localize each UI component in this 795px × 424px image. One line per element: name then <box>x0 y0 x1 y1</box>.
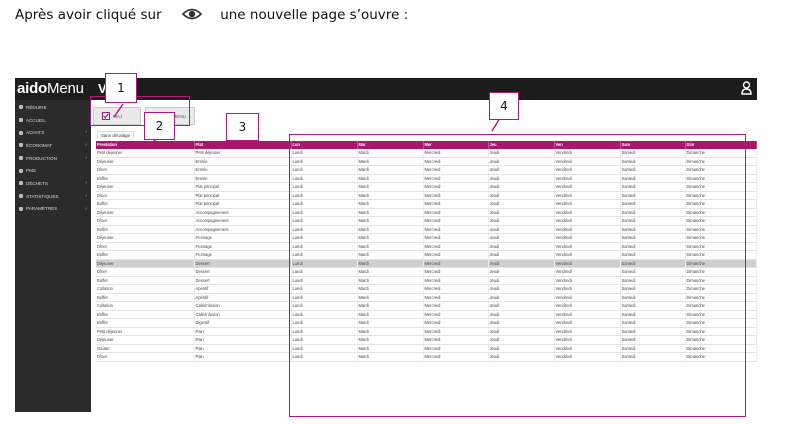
callout-2: 2 <box>144 112 175 140</box>
callout-4: 4 <box>489 92 519 120</box>
callout-3: 3 <box>226 113 259 141</box>
callout-arrows <box>113 103 501 149</box>
callout-1: 1 <box>105 73 137 103</box>
